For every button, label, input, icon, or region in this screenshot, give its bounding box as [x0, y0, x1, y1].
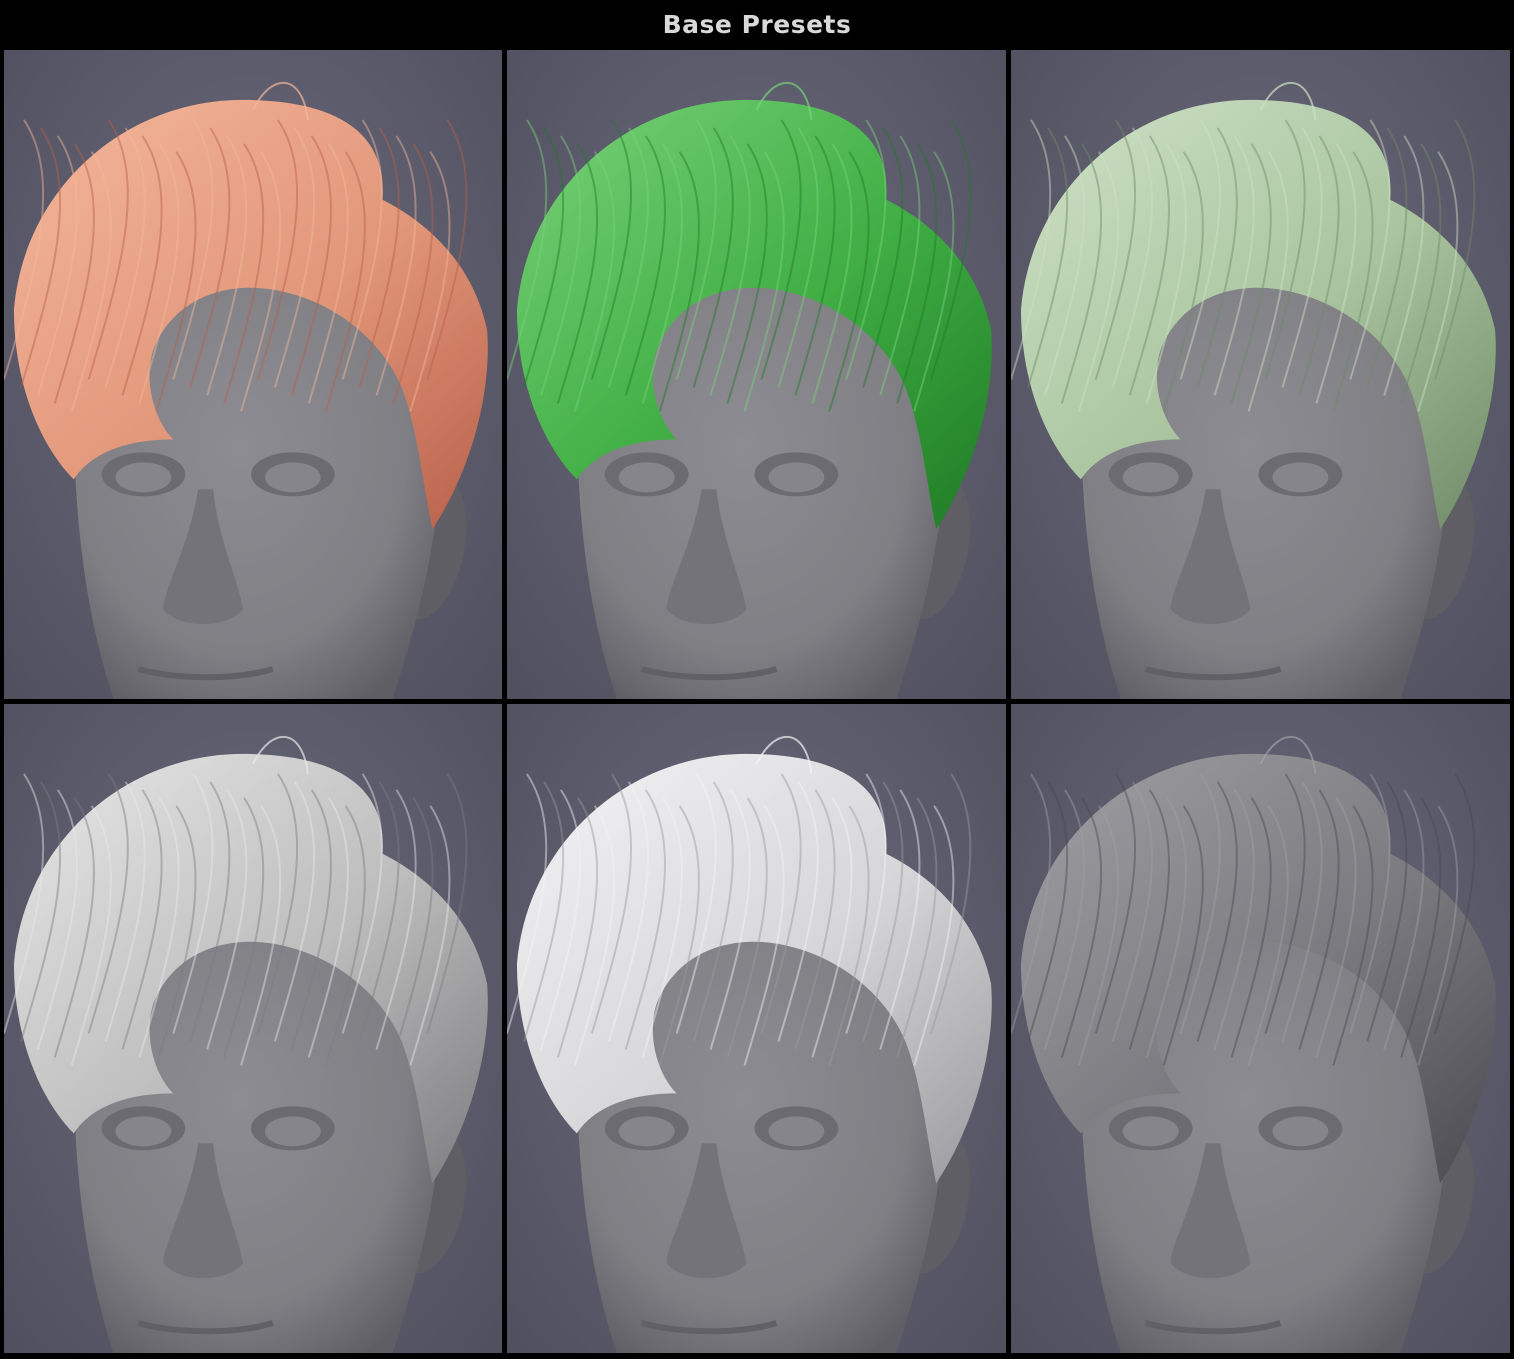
head-render-icon: [1011, 81, 1496, 699]
head-render-icon: [507, 735, 992, 1353]
preset-tile-4[interactable]: [4, 704, 502, 1353]
preset-tile-2[interactable]: [507, 50, 1006, 699]
head-render-icon: [507, 81, 992, 699]
preset-grid: [4, 50, 1510, 1355]
head-render-icon: [1011, 735, 1496, 1353]
page-title: Base Presets: [662, 9, 852, 39]
preset-tile-5[interactable]: [507, 704, 1006, 1353]
preset-tile-3[interactable]: [1011, 50, 1510, 699]
head-render-icon: [4, 735, 488, 1353]
head-render-icon: [4, 81, 488, 699]
preset-tile-1[interactable]: [4, 50, 502, 699]
title-bar: Base Presets: [0, 0, 1514, 48]
preset-tile-6[interactable]: [1011, 704, 1510, 1353]
